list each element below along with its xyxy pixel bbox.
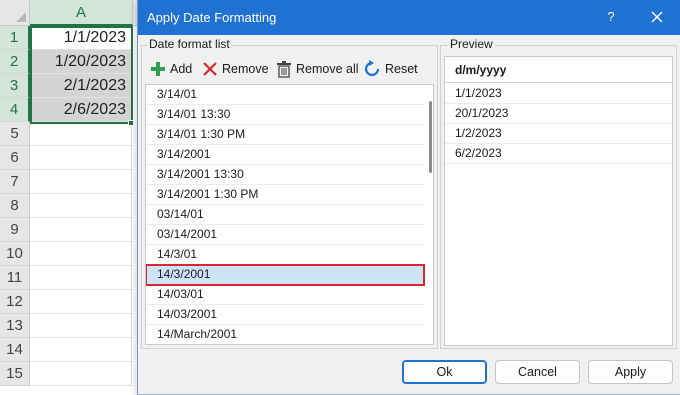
preview-item: 1/2/2023 xyxy=(445,124,672,144)
cell-a4[interactable]: 2/6/2023 xyxy=(30,98,132,122)
list-item[interactable]: 14/03/01 xyxy=(146,285,424,305)
cell-a9[interactable] xyxy=(30,218,132,242)
row-header[interactable]: 4 xyxy=(0,98,30,122)
plus-icon xyxy=(151,62,165,76)
x-icon xyxy=(203,62,217,76)
close-button[interactable] xyxy=(646,6,668,28)
row-header[interactable]: 10 xyxy=(0,242,30,266)
cancel-button[interactable]: Cancel xyxy=(495,360,580,384)
remove-all-label: Remove all xyxy=(296,62,359,76)
cell-a15[interactable] xyxy=(30,362,132,386)
apply-button[interactable]: Apply xyxy=(588,360,673,384)
ok-button[interactable]: Ok xyxy=(402,360,487,384)
list-item[interactable]: 14/3/01 xyxy=(146,245,424,265)
list-item[interactable]: 14/03/2001 xyxy=(146,305,424,325)
reset-label: Reset xyxy=(385,62,418,76)
list-item[interactable]: 14/March/2001 xyxy=(146,325,424,344)
row-header[interactable]: 14 xyxy=(0,338,30,362)
cell-a11[interactable] xyxy=(30,266,132,290)
row-header[interactable]: 2 xyxy=(0,50,30,74)
row-header[interactable]: 12 xyxy=(0,290,30,314)
fill-handle[interactable] xyxy=(128,120,134,126)
list-item[interactable]: 03/14/2001 xyxy=(146,225,424,245)
remove-label: Remove xyxy=(222,62,269,76)
row-header[interactable]: 3 xyxy=(0,74,30,98)
close-icon xyxy=(651,11,663,23)
preview-item: 1/1/2023 xyxy=(445,84,672,104)
cell-a2[interactable]: 1/20/2023 xyxy=(30,50,132,74)
preview-item: 6/2/2023 xyxy=(445,144,672,164)
row-header[interactable]: 15 xyxy=(0,362,30,386)
format-group-label: Date format list xyxy=(147,37,232,51)
preview-format-header: d/m/yyyy xyxy=(445,57,672,83)
preview-group-label: Preview xyxy=(448,37,495,51)
cell-a1[interactable]: 1/1/2023 xyxy=(30,26,132,50)
cell-a3[interactable]: 2/1/2023 xyxy=(30,74,132,98)
cell-a7[interactable] xyxy=(30,170,132,194)
preview-list: d/m/yyyy 1/1/2023 20/1/2023 1/2/2023 6/2/20… xyxy=(444,56,673,346)
list-item[interactable]: 3/14/2001 1:30 PM xyxy=(146,185,424,205)
list-item[interactable]: 3/14/01 xyxy=(146,85,424,105)
row-header[interactable]: 5 xyxy=(0,122,30,146)
row-header[interactable]: 13 xyxy=(0,314,30,338)
remove-all-button[interactable]: Remove all xyxy=(276,59,359,79)
apply-date-formatting-dialog: Apply Date Formatting ? Date format list… xyxy=(137,0,680,395)
preview-item: 20/1/2023 xyxy=(445,104,672,124)
row-header[interactable]: 8 xyxy=(0,194,30,218)
list-scrollbar[interactable] xyxy=(429,101,432,173)
column-header-a[interactable]: A xyxy=(30,0,133,26)
reset-button[interactable]: Reset xyxy=(363,59,418,79)
list-item[interactable]: 3/14/2001 xyxy=(146,145,424,165)
list-item[interactable]: 3/14/2001 13:30 xyxy=(146,165,424,185)
row-header[interactable]: 11 xyxy=(0,266,30,290)
help-button[interactable]: ? xyxy=(598,4,624,30)
row-header[interactable]: 1 xyxy=(0,26,30,50)
cell-a8[interactable] xyxy=(30,194,132,218)
cell-a14[interactable] xyxy=(30,338,132,362)
remove-button[interactable]: Remove xyxy=(202,59,269,79)
add-label: Add xyxy=(170,62,193,76)
trash-icon xyxy=(277,60,291,78)
dialog-title: Apply Date Formatting xyxy=(147,10,277,25)
cell-a13[interactable] xyxy=(30,314,132,338)
dialog-title-bar[interactable]: Apply Date Formatting ? xyxy=(138,0,680,35)
list-item-selected[interactable]: 14/3/2001 xyxy=(146,264,425,286)
cell-a6[interactable] xyxy=(30,146,132,170)
date-format-list[interactable]: 3/14/01 3/14/01 13:30 3/14/01 1:30 PM 3/14/… xyxy=(145,84,434,345)
row-header[interactable]: 6 xyxy=(0,146,30,170)
list-item[interactable]: 3/14/01 1:30 PM xyxy=(146,125,424,145)
list-item[interactable]: 03/14/01 xyxy=(146,205,424,225)
cell-a5[interactable] xyxy=(30,122,132,146)
cell-a10[interactable] xyxy=(30,242,132,266)
add-button[interactable]: Add xyxy=(150,59,192,79)
reset-icon xyxy=(364,60,380,77)
row-header[interactable]: 9 xyxy=(0,218,30,242)
cell-a12[interactable] xyxy=(30,290,132,314)
row-header[interactable]: 7 xyxy=(0,170,30,194)
list-item[interactable]: 3/14/01 13:30 xyxy=(146,105,424,125)
select-all-corner[interactable] xyxy=(0,0,30,26)
